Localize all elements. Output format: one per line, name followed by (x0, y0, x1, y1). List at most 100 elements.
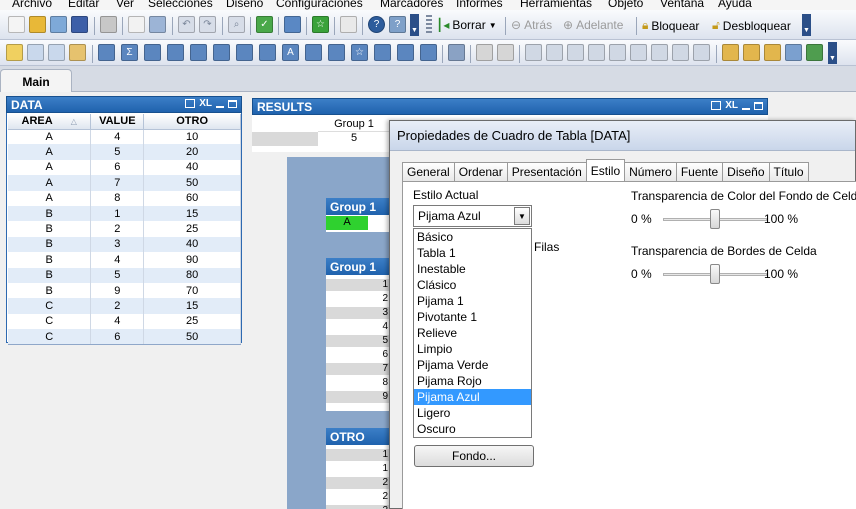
menu-editar[interactable]: Editar (68, 0, 99, 10)
table-cell-area[interactable]: B (8, 221, 92, 237)
unlock-button[interactable]: 🔓︎ Desbloquear (712, 18, 791, 33)
list-item[interactable]: 2 (326, 293, 390, 305)
new-sheet-icon[interactable] (6, 44, 23, 61)
format-painter-icon[interactable] (448, 44, 465, 61)
toolbar-options-icon[interactable]: ▼ (802, 14, 811, 36)
arrange-icon[interactable] (693, 44, 710, 61)
table-cell-otro[interactable]: 20 (143, 144, 241, 160)
table-cell-otro[interactable]: 50 (143, 175, 241, 191)
promote-sheet-icon[interactable] (27, 44, 44, 61)
list-item[interactable]: 9 (326, 391, 390, 403)
cell-bg-transparency-slider[interactable] (710, 209, 720, 229)
bookmark-object-icon[interactable]: ☆ (351, 44, 368, 61)
send-to-excel-button[interactable]: XL (725, 100, 738, 111)
list-item[interactable]: 7 (326, 363, 390, 375)
list-item[interactable]: 6 (326, 349, 390, 361)
document-properties-icon[interactable] (722, 44, 739, 61)
list-item[interactable]: 2 (326, 491, 390, 503)
results-value-cell[interactable]: 5 (318, 132, 390, 146)
column-header-otro[interactable]: OTRO (143, 114, 241, 130)
table-cell-value[interactable]: 4 (90, 129, 145, 145)
table-cell-area[interactable]: A (8, 190, 92, 206)
table-cell-area[interactable]: B (8, 252, 92, 268)
menu-ver[interactable]: Ver (116, 0, 134, 10)
cell-border-transparency-slider[interactable] (710, 264, 720, 284)
current-style-dropdown[interactable]: Pijama Azul ▼ (413, 205, 532, 227)
list-item[interactable]: 2 (326, 505, 390, 509)
group1-a-cell[interactable]: A (326, 216, 368, 230)
edit-script-icon[interactable] (128, 16, 145, 33)
tab-titulo[interactable]: Título (768, 162, 809, 181)
table-cell-area[interactable]: B (8, 282, 92, 299)
style-option[interactable]: Pijama Rojo (414, 373, 531, 389)
tab-diseno[interactable]: Diseño (722, 162, 770, 181)
table-cell-value[interactable]: 5 (90, 267, 145, 283)
open-folder-icon[interactable] (29, 16, 46, 33)
send-to-excel-button[interactable]: XL (199, 98, 212, 109)
sheet-edit-icon[interactable] (764, 44, 781, 61)
toolbar-grip[interactable] (426, 15, 432, 35)
group1-a-caption[interactable]: Group 1 (326, 198, 390, 215)
table-box-icon[interactable] (167, 44, 184, 61)
style-option[interactable]: Inestable (414, 261, 531, 277)
table-row[interactable]: A 8 60 (8, 190, 241, 206)
list-item[interactable]: 8 (326, 377, 390, 389)
redo-icon[interactable]: ↷ (199, 16, 216, 33)
align-top-icon[interactable] (588, 44, 605, 61)
table-row[interactable]: A 7 50 (8, 175, 241, 191)
tab-ordenar[interactable]: Ordenar (453, 162, 508, 181)
print-icon[interactable] (185, 99, 196, 108)
menu-configuraciones[interactable]: Configuraciones (276, 0, 363, 10)
toolbar-options-icon[interactable]: ▼ (410, 14, 419, 36)
container-icon[interactable] (397, 44, 414, 61)
maximize-icon[interactable] (754, 101, 763, 110)
table-cell-otro[interactable]: 50 (143, 329, 241, 345)
expressions-icon[interactable] (806, 44, 823, 61)
menu-archivo[interactable]: Archivo (12, 0, 52, 10)
context-help-icon[interactable]: ? (389, 16, 406, 33)
results-column-header[interactable]: Group 1 (318, 118, 390, 132)
table-cell-value[interactable]: 4 (90, 252, 145, 268)
search-object-icon[interactable] (374, 44, 391, 61)
tab-general[interactable]: General (402, 162, 455, 181)
table-row[interactable]: B 3 40 (8, 236, 241, 253)
table-row[interactable]: A 4 10 (8, 129, 241, 145)
table-cell-otro[interactable]: 40 (143, 159, 241, 176)
multibox-icon[interactable] (144, 44, 161, 61)
table-cell-otro[interactable]: 80 (143, 267, 241, 283)
list-item[interactable]: 5 (326, 335, 390, 347)
table-row[interactable]: A 6 40 (8, 159, 241, 176)
table-row[interactable]: C 2 15 (8, 298, 241, 314)
align-right-icon[interactable] (567, 44, 584, 61)
back-button[interactable]: ⊖ Atrás (511, 18, 552, 32)
table-cell-value[interactable]: 4 (90, 313, 145, 330)
group1-b-caption[interactable]: Group 1 (326, 258, 390, 275)
table-cell-otro[interactable]: 40 (143, 236, 241, 253)
table-cell-area[interactable]: A (8, 144, 92, 160)
list-item[interactable]: 3 (326, 307, 390, 319)
table-cell-area[interactable]: A (8, 175, 92, 191)
current-selections-icon[interactable] (236, 44, 253, 61)
table-viewer-icon[interactable] (785, 44, 802, 61)
table-cell-area[interactable]: B (8, 205, 92, 222)
table-cell-otro[interactable]: 25 (143, 221, 241, 237)
align-middle-icon[interactable] (609, 44, 626, 61)
clear-button[interactable]: ⎮◂ Borrar ▼ (436, 18, 497, 32)
sheet-properties-icon[interactable] (69, 44, 86, 61)
tab-main[interactable]: Main (0, 69, 72, 93)
table-cell-area[interactable]: C (8, 298, 92, 314)
listbox-icon[interactable] (98, 44, 115, 61)
list-item[interactable]: 4 (326, 321, 390, 333)
line-arrow-icon[interactable] (305, 44, 322, 61)
otro-caption[interactable]: OTRO (326, 428, 390, 445)
table-cell-otro[interactable]: 10 (143, 129, 241, 145)
style-option[interactable]: Relieve (414, 325, 531, 341)
menu-marcadores[interactable]: Marcadores (380, 0, 443, 10)
minimize-icon[interactable] (742, 107, 750, 110)
input-box-icon[interactable] (213, 44, 230, 61)
style-option[interactable]: Clásico (414, 277, 531, 293)
style-option[interactable]: Oscuro (414, 421, 531, 437)
list-item[interactable]: 1 (326, 279, 390, 291)
table-cell-area[interactable]: C (8, 313, 92, 330)
button-object-icon[interactable] (259, 44, 276, 61)
